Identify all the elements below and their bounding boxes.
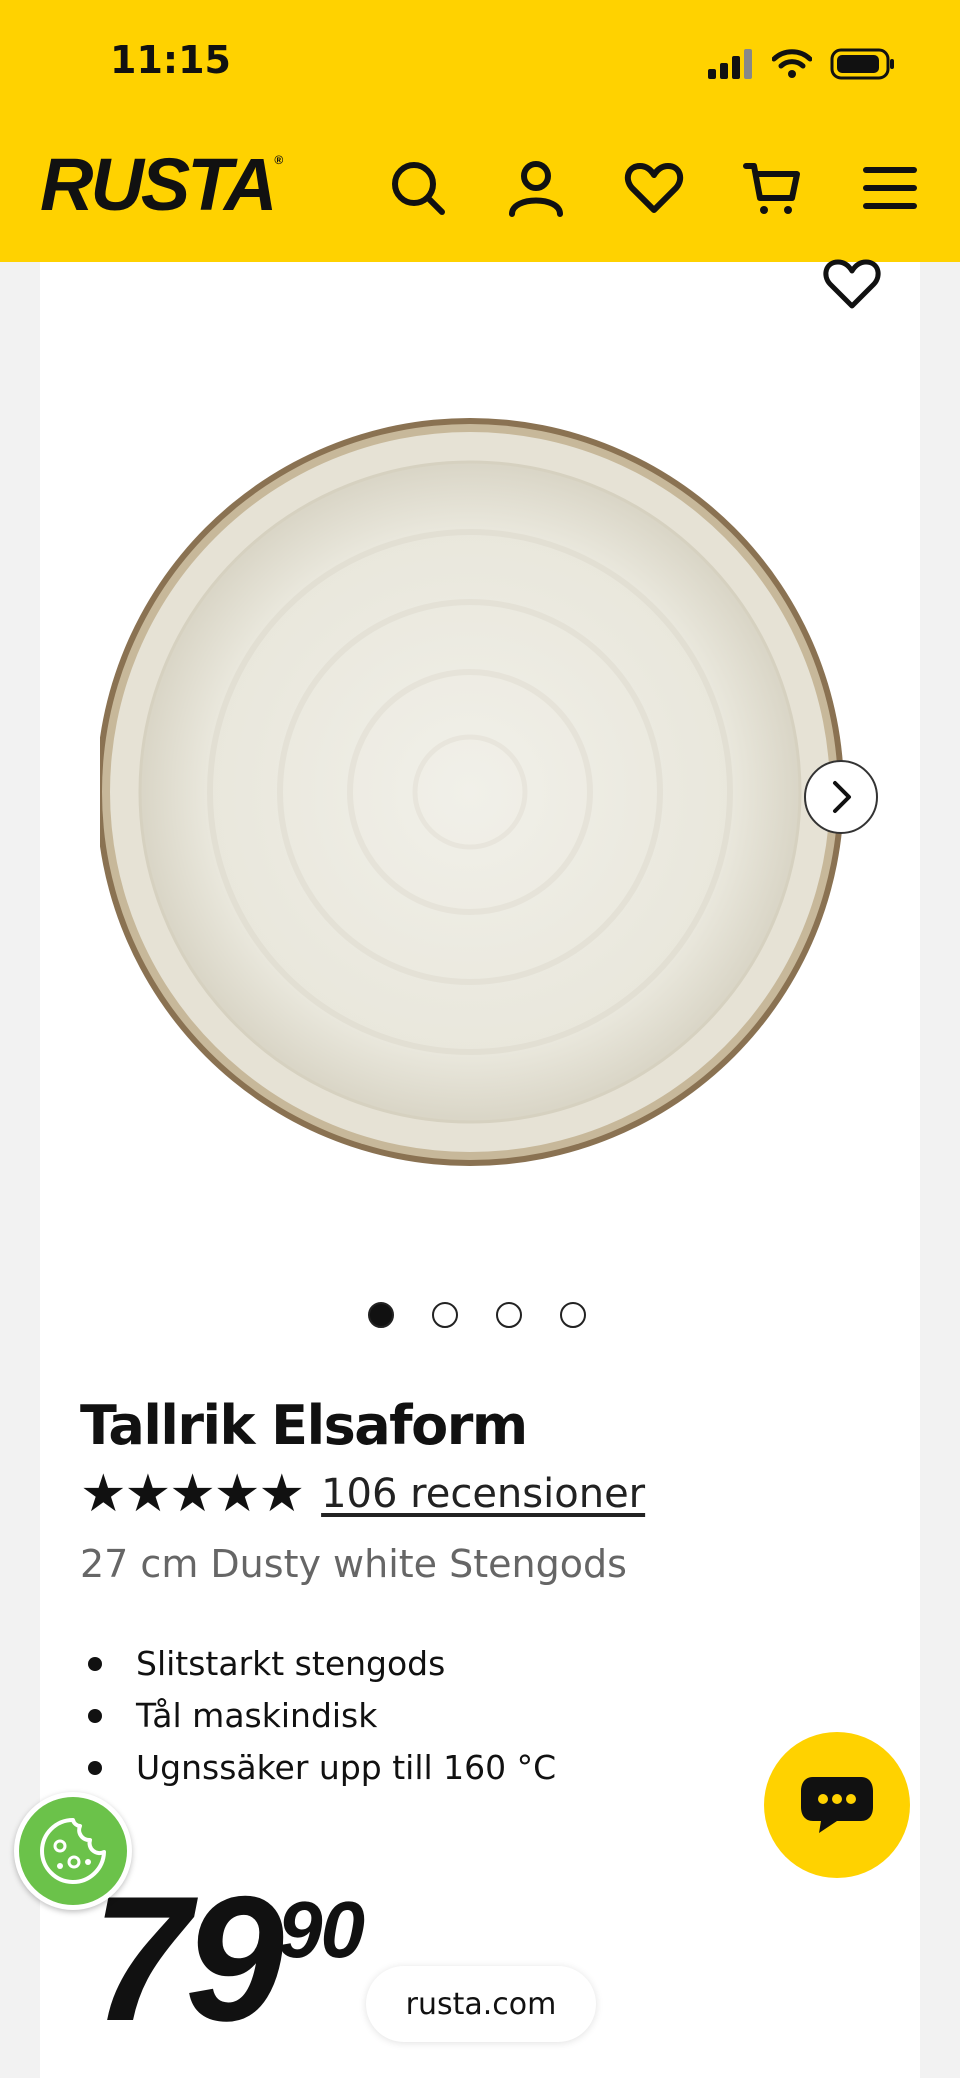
feature-item: Ugnssäker upp till 160 °C: [80, 1742, 556, 1794]
gallery-dot-4[interactable]: [560, 1302, 586, 1328]
product-subtitle: 27 cm Dusty white Stengods: [80, 1542, 627, 1586]
gallery-pagination: [368, 1302, 586, 1328]
menu-icon[interactable]: [860, 158, 920, 218]
chat-button[interactable]: [764, 1732, 910, 1878]
header: 11:15 RUSTA®: [0, 0, 960, 262]
favorite-heart-icon[interactable]: [822, 254, 882, 314]
feature-list: Slitstarkt stengods Tål maskindisk Ugnss…: [80, 1638, 556, 1794]
search-icon[interactable]: [388, 158, 448, 218]
signal-icon: [708, 49, 752, 79]
gallery-dot-2[interactable]: [432, 1302, 458, 1328]
price-decimals: 90: [278, 1885, 365, 1974]
rating-stars: ★★★★★: [80, 1464, 305, 1524]
status-icons: [708, 44, 896, 84]
gallery-next-button[interactable]: [804, 760, 878, 834]
rusta-logo[interactable]: RUSTA®: [40, 148, 283, 222]
product-image-plate[interactable]: [100, 410, 860, 1170]
chat-bubble-icon: [801, 1777, 873, 1833]
gallery-dot-1[interactable]: [368, 1302, 394, 1328]
logo-text: RUSTA: [40, 143, 277, 226]
price-integer: 79: [92, 1859, 284, 2058]
feature-item: Slitstarkt stengods: [80, 1638, 556, 1690]
cookie-settings-button[interactable]: [14, 1792, 132, 1910]
browser-url-bar[interactable]: rusta.com: [366, 1966, 596, 2042]
cart-icon[interactable]: [742, 158, 802, 218]
product-title: Tallrik Elsaform: [80, 1394, 528, 1457]
reviews-link[interactable]: 106 recensioner: [321, 1471, 645, 1517]
chevron-right-icon: [833, 781, 851, 813]
account-icon[interactable]: [506, 158, 566, 218]
gallery-dot-3[interactable]: [496, 1302, 522, 1328]
battery-icon: [830, 48, 894, 80]
logo-registered-mark: ®: [274, 153, 283, 167]
cookie-icon: [40, 1818, 106, 1884]
heart-icon[interactable]: [624, 158, 684, 218]
status-time: 11:15: [110, 38, 231, 82]
price: 7990: [92, 1870, 365, 2048]
wifi-icon: [772, 49, 812, 78]
feature-item: Tål maskindisk: [80, 1690, 556, 1742]
rating-row: ★★★★★ 106 recensioner: [80, 1468, 645, 1520]
